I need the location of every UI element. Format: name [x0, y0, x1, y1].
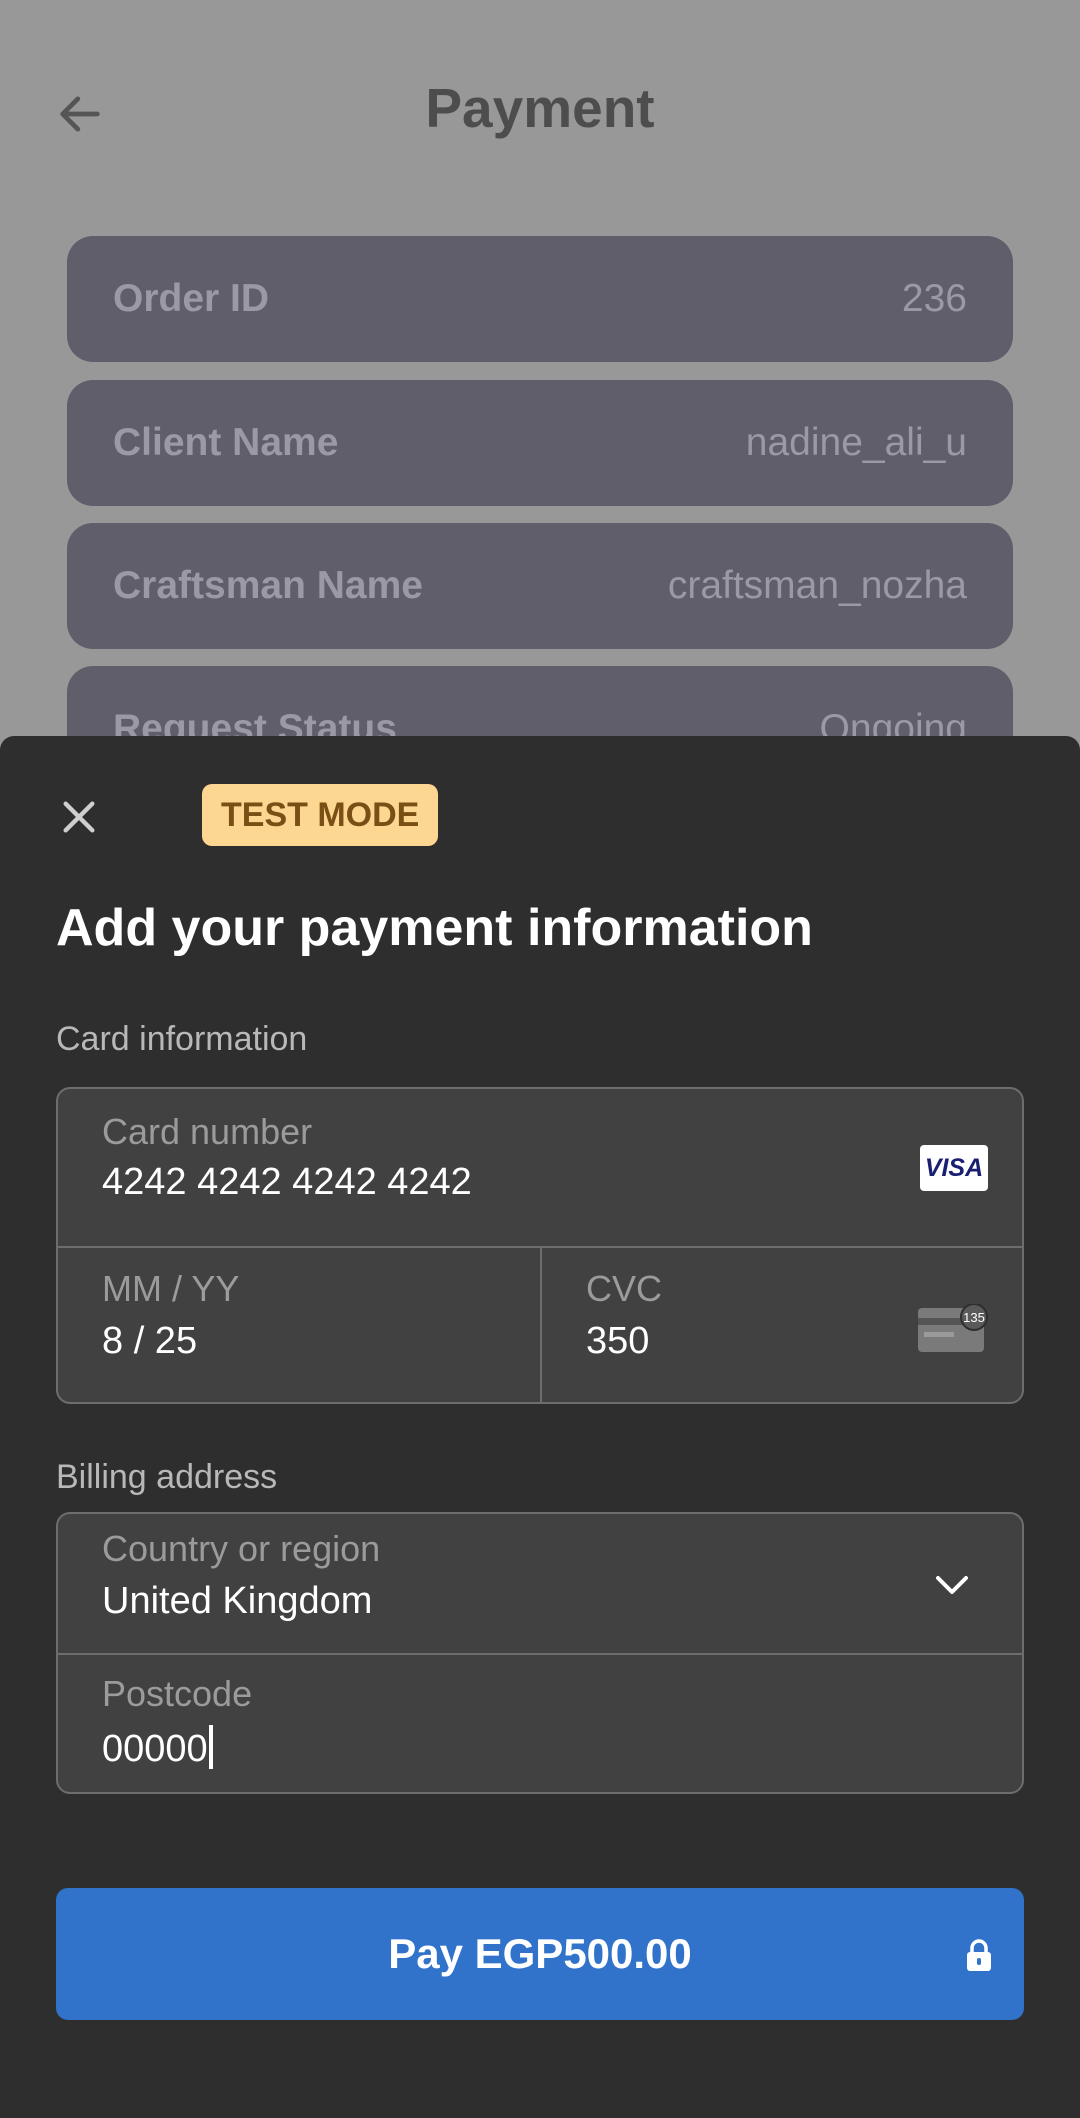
cvc-card-icon: 135 — [918, 1304, 988, 1352]
country-label: Country or region — [102, 1528, 381, 1569]
country-select[interactable]: Country or region United Kingdom — [58, 1514, 1022, 1653]
client-name-row: Client Name nadine_ali_u — [67, 380, 1013, 506]
card-information-label: Card information — [56, 1020, 308, 1058]
lock-icon — [967, 1939, 991, 1971]
pay-button[interactable]: Pay EGP500.00 — [56, 1888, 1024, 2020]
expiry-label: MM / YY — [102, 1268, 240, 1309]
expiry-field[interactable]: MM / YY 8 / 25 — [58, 1248, 542, 1402]
sheet-heading: Add your payment information — [56, 899, 813, 957]
payment-sheet: TEST MODE Add your payment information C… — [0, 736, 1080, 2118]
card-number-label: Card number — [102, 1111, 313, 1152]
text-cursor — [208, 1725, 213, 1769]
craftsman-name-row: Craftsman Name craftsman_nozha — [67, 523, 1013, 649]
billing-address-box: Country or region United Kingdom Postcod… — [56, 1512, 1024, 1794]
expiry-input[interactable]: 8 / 25 — [102, 1320, 197, 1363]
close-button[interactable] — [50, 788, 108, 846]
order-id-row: Order ID 236 — [67, 236, 1013, 362]
postcode-field[interactable]: Postcode 00000 — [58, 1655, 1022, 1792]
info-label: Craftsman Name — [113, 564, 423, 607]
info-label: Client Name — [113, 421, 339, 464]
close-icon — [63, 801, 95, 833]
cvc-input[interactable]: 350 — [586, 1320, 649, 1363]
card-number-input[interactable]: 4242 4242 4242 4242 — [102, 1161, 472, 1204]
card-number-field[interactable]: Card number 4242 4242 4242 4242 VISA — [58, 1089, 1022, 1246]
visa-icon: VISA — [920, 1145, 988, 1191]
billing-address-label: Billing address — [56, 1458, 278, 1496]
info-label: Order ID — [113, 277, 270, 320]
pay-button-label: Pay EGP500.00 — [388, 1930, 692, 1977]
cvc-label: CVC — [586, 1268, 663, 1309]
chevron-down-icon — [936, 1576, 968, 1594]
page-title: Payment — [425, 77, 655, 139]
card-information-box: Card number 4242 4242 4242 4242 VISA MM … — [56, 1087, 1024, 1404]
cvc-icon-text: 135 — [963, 1310, 985, 1325]
info-value: nadine_ali_u — [745, 421, 967, 464]
postcode-input[interactable]: 00000 — [102, 1728, 208, 1770]
cvc-field[interactable]: CVC 350 135 — [542, 1248, 1022, 1402]
info-value: 236 — [901, 277, 967, 320]
postcode-label: Postcode — [102, 1673, 253, 1714]
postcode-input-wrap[interactable]: 00000 — [102, 1725, 213, 1771]
country-value: United Kingdom — [102, 1580, 373, 1622]
info-value: craftsman_nozha — [667, 564, 967, 607]
test-mode-badge: TEST MODE — [202, 784, 439, 846]
